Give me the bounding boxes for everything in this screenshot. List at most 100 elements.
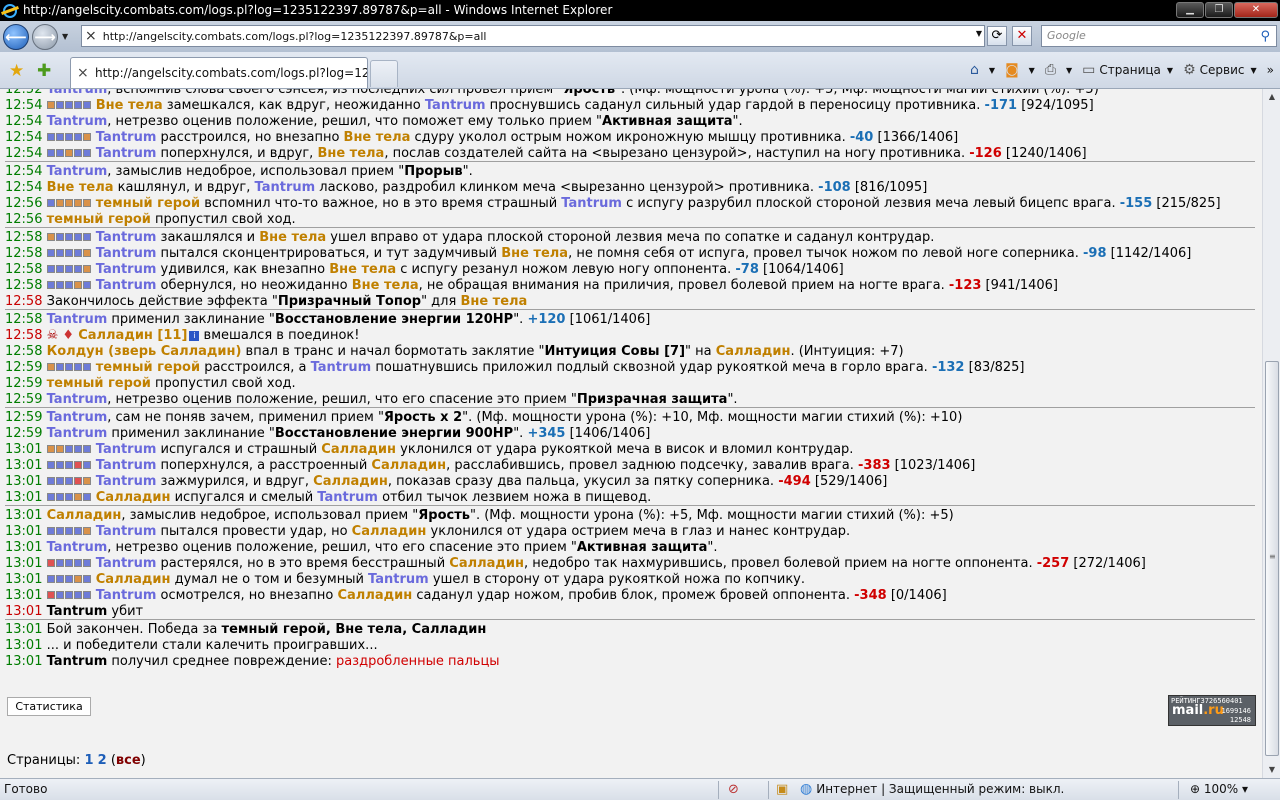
log-text: Интуиция Совы [7] (544, 344, 686, 359)
forward-button[interactable]: ⟶ (32, 23, 58, 50)
player-name[interactable]: Салладин (352, 524, 427, 539)
new-tab-button[interactable] (370, 60, 398, 87)
log-text: с испугу разрубил плоской стороной лезви… (621, 196, 1120, 211)
hp-change: -155 (1119, 196, 1153, 211)
zone-marker (55, 461, 64, 469)
player-name[interactable]: Вне тела (47, 180, 114, 195)
info-icon[interactable]: i (189, 331, 200, 341)
page-link-1[interactable]: 1 (84, 753, 93, 768)
minimize-button[interactable]: ▁ (1176, 2, 1204, 18)
search-input[interactable]: Google ⚲ (1041, 25, 1277, 47)
player-name[interactable]: Tantrum (47, 392, 108, 407)
player-name[interactable]: Салладин (449, 556, 524, 571)
player-name[interactable]: Tantrum (47, 114, 108, 129)
player-name[interactable]: Tantrum (311, 360, 372, 375)
page-link-2[interactable]: 2 (98, 753, 107, 768)
statistics-button[interactable]: Статистика (7, 697, 91, 716)
toolbar-overflow[interactable]: » (1267, 63, 1274, 77)
back-button[interactable]: ⟵ (3, 23, 29, 50)
player-name[interactable]: Tantrum (47, 164, 108, 179)
scroll-thumb[interactable]: ≡ (1265, 361, 1279, 756)
tools-menu[interactable]: ⚙ Сервис ▼ (1183, 62, 1257, 78)
player-name[interactable]: Tantrum (368, 572, 429, 587)
player-name[interactable]: Tantrum (561, 196, 622, 211)
favorites-star-icon[interactable]: ★ (9, 61, 24, 81)
player-name[interactable]: Tantrum (96, 262, 157, 277)
player-name[interactable]: Салладин (47, 508, 122, 523)
feeds-button[interactable]: ◙ ▼ (1005, 62, 1035, 78)
add-favorites-icon[interactable]: ✚ (37, 61, 51, 81)
page-link-all[interactable]: все (116, 753, 141, 768)
log-text: испугался и страшный (156, 442, 322, 457)
player-name[interactable]: Вне тела (259, 230, 326, 245)
player-name[interactable]: Tantrum (255, 180, 316, 195)
scroll-down-icon[interactable]: ▼ (1264, 762, 1280, 778)
player-name[interactable]: Tantrum (96, 442, 157, 457)
home-button[interactable]: ⌂ ▼ (970, 62, 995, 78)
zone-marker (46, 281, 55, 289)
log-line: 12:52 Tantrum, вспомнив слова своего сэн… (5, 89, 1255, 98)
zone-indicator[interactable]: ◍ Интернет | Защищенный режим: выкл. (800, 779, 1064, 800)
player-name[interactable]: Tantrum (96, 556, 157, 571)
player-name[interactable]: темный герой (47, 376, 151, 391)
player-name[interactable]: Вне тела (317, 146, 384, 161)
tab-active[interactable]: ⨯ http://angelscity.combats.com/logs.pl?… (70, 57, 368, 88)
player-name[interactable]: Салладин (321, 442, 396, 457)
player-name[interactable]: Вне тела (352, 278, 419, 293)
page-menu[interactable]: ▭ Страница ▼ (1082, 62, 1173, 78)
url-dropdown-icon[interactable]: ▼ (976, 29, 982, 38)
player-name[interactable]: Tantrum (425, 98, 486, 113)
player-name[interactable]: Вне тела (344, 130, 411, 145)
player-name[interactable]: Tantrum (96, 230, 157, 245)
player-name[interactable]: Tantrum (47, 312, 108, 327)
player-name[interactable]: Салладин (337, 588, 412, 603)
player-name[interactable]: Tantrum (317, 490, 378, 505)
player-name[interactable]: Салладин [11] (78, 328, 187, 343)
clan-icon[interactable]: ☠ (47, 328, 59, 343)
player-name[interactable]: Колдун (зверь Салладин) (47, 344, 242, 359)
log-line: 12:56 темный герой пропустил свой ход. (5, 212, 1255, 228)
security-icon[interactable]: ▣ (776, 779, 788, 800)
player-name[interactable]: Tantrum (47, 410, 108, 425)
player-name[interactable]: Tantrum (96, 588, 157, 603)
player-name[interactable]: Салладин (371, 458, 446, 473)
player-name[interactable]: Tantrum (96, 130, 157, 145)
print-button[interactable]: ⎙ ▼ (1045, 62, 1072, 78)
player-name[interactable]: Вне тела (460, 294, 527, 309)
player-name[interactable]: Tantrum (47, 540, 108, 555)
player-name[interactable]: Tantrum (96, 146, 157, 161)
zone-marker (64, 445, 73, 453)
player-name[interactable]: Вне тела (329, 262, 396, 277)
player-name[interactable]: Tantrum (47, 426, 108, 441)
scroll-up-icon[interactable]: ▲ (1264, 89, 1280, 105)
popup-blocker-icon[interactable]: ⊘ (728, 779, 739, 800)
player-name[interactable]: Салладин (716, 344, 791, 359)
player-name[interactable]: Вне тела (96, 98, 163, 113)
player-name[interactable]: Tantrum (96, 458, 157, 473)
player-name[interactable]: Tantrum (96, 524, 157, 539)
align-icon[interactable]: ♦ (58, 328, 78, 343)
refresh-icon[interactable]: ⟳ (987, 26, 1007, 46)
stop-icon[interactable]: ✕ (1012, 26, 1032, 46)
player-name[interactable]: темный герой (47, 212, 151, 227)
log-text: Активная защита (576, 540, 708, 555)
maximize-button[interactable]: ❐ (1205, 2, 1233, 18)
vertical-scrollbar[interactable]: ▲ ≡ ▼ (1262, 89, 1280, 778)
player-name[interactable]: Салладин (96, 572, 171, 587)
player-name[interactable]: Tantrum (47, 89, 108, 97)
history-dropdown-icon[interactable]: ▼ (62, 32, 68, 41)
mailru-counter[interactable]: РЕЙТИНГ3726560401 mail.ru 1699146 12548 (1168, 695, 1256, 726)
player-name[interactable]: Tantrum (96, 246, 157, 261)
player-name[interactable]: темный герой (96, 196, 200, 211)
player-name[interactable]: Салладин (313, 474, 388, 489)
search-icon[interactable]: ⚲ (1260, 27, 1270, 47)
url-field[interactable]: ⨯ http://angelscity.combats.com/logs.pl?… (81, 25, 985, 47)
player-name[interactable]: Салладин (96, 490, 171, 505)
player-name[interactable]: Tantrum (96, 474, 157, 489)
player-name[interactable]: Tantrum (96, 278, 157, 293)
zoom-control[interactable]: ⊕ 100% ▾ (1190, 779, 1248, 800)
close-button[interactable]: ✕ (1234, 2, 1278, 18)
player-name[interactable]: темный герой (96, 360, 200, 375)
log-text: ". (732, 114, 743, 129)
player-name[interactable]: Вне тела (501, 246, 568, 261)
